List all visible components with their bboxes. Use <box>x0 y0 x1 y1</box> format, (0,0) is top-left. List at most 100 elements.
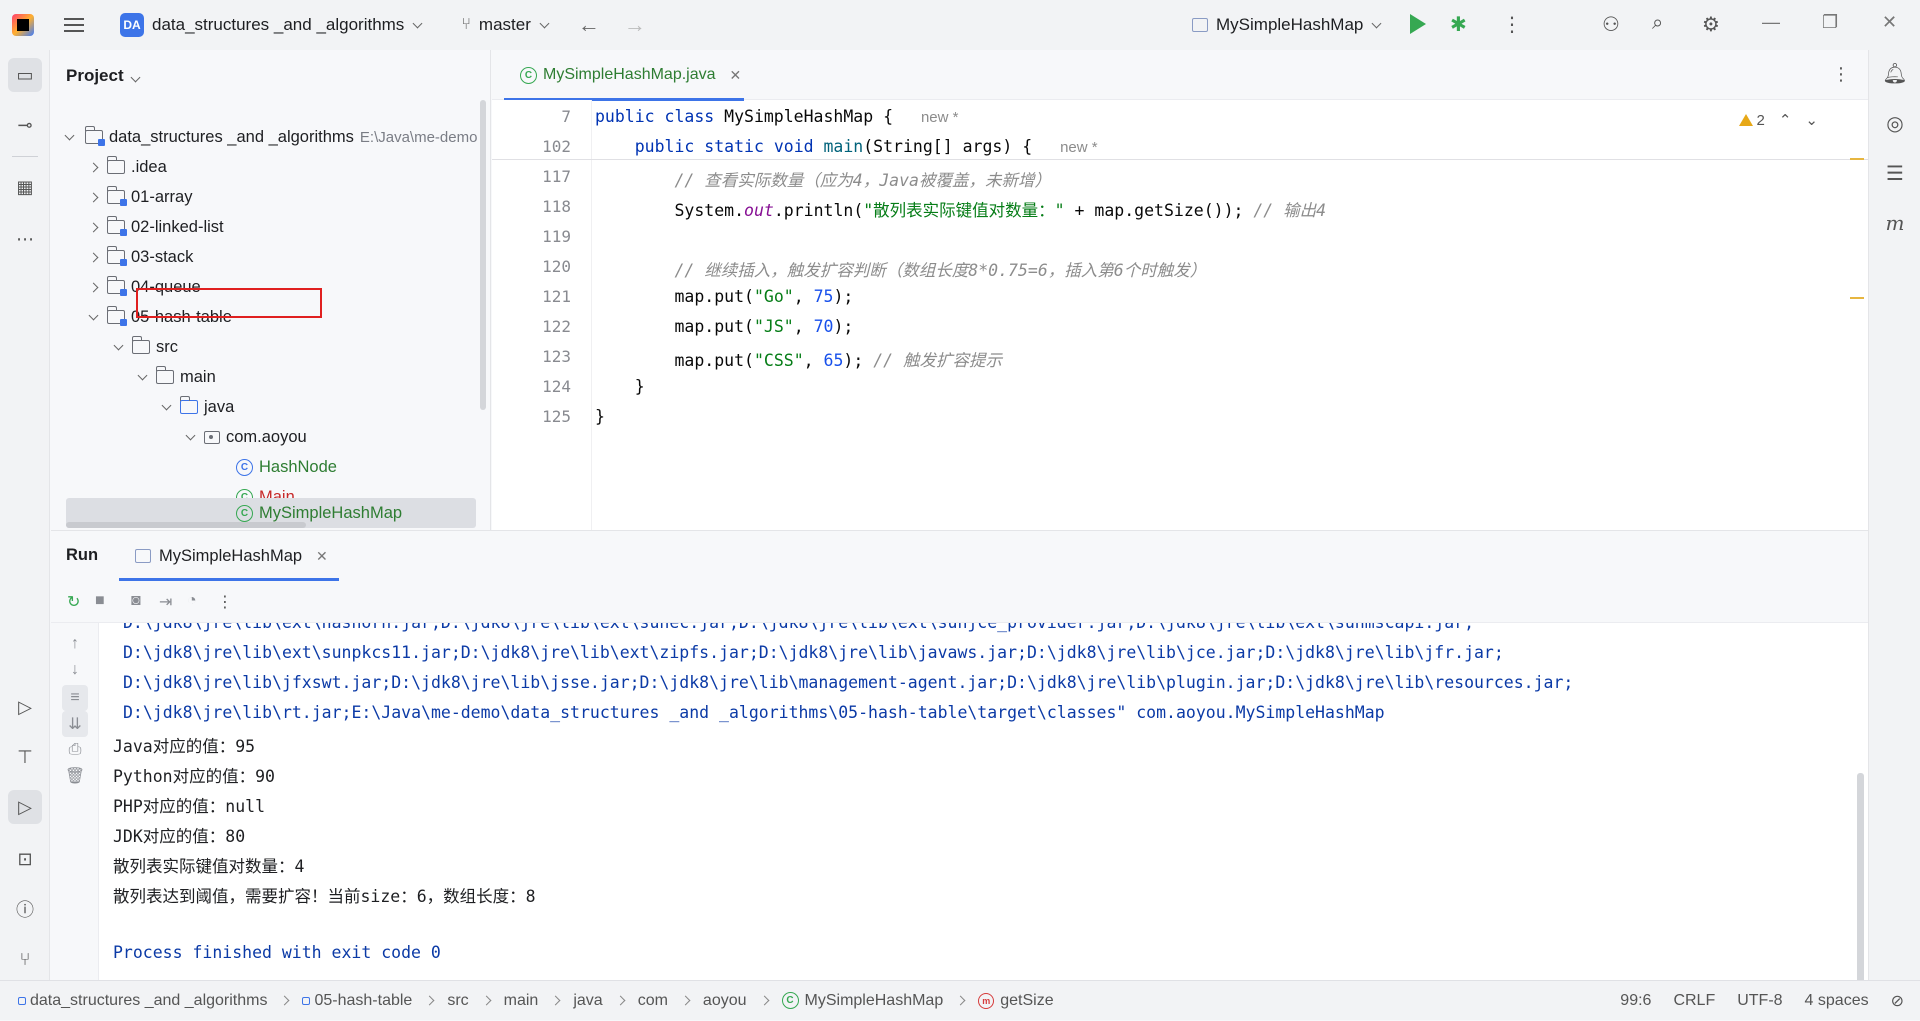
line-separator[interactable]: CRLF <box>1673 992 1715 1010</box>
editor-tab[interactable]: C MySimpleHashMap.java ✕ <box>504 50 744 101</box>
breadcrumb-item[interactable]: MySimpleHashMap <box>805 992 944 1010</box>
tree-item-com-aoyou[interactable]: com.aoyou <box>51 422 491 452</box>
scrollbar[interactable] <box>480 100 486 410</box>
notifications-bell-icon[interactable]: 🔔︎ <box>1878 56 1912 90</box>
restore-icon[interactable]: ❐ <box>1822 12 1838 33</box>
code-line-117[interactable]: // 查看实际数量（应为4，Java被覆盖，未新增） <box>595 167 1050 191</box>
code-line-7[interactable]: public class MySimpleHashMap { new * <box>595 107 958 126</box>
close-tab-icon[interactable]: ✕ <box>730 67 742 84</box>
run-icon[interactable] <box>1410 14 1426 34</box>
project-panel-title[interactable]: Project <box>66 66 141 86</box>
camera-icon[interactable]: ◙ <box>131 592 141 610</box>
breadcrumb-item[interactable]: com <box>638 992 668 1010</box>
run-tool-icon[interactable]: ▷ <box>8 790 42 824</box>
more-vertical-icon[interactable]: ⋮ <box>1502 12 1522 37</box>
code-line-124[interactable]: } <box>595 377 645 396</box>
caret-position[interactable]: 99:6 <box>1620 992 1651 1010</box>
expand-arrow-icon[interactable] <box>137 370 148 380</box>
code-line-102[interactable]: public static void main(String[] args) {… <box>595 137 1098 156</box>
breadcrumb-item[interactable]: aoyou <box>703 992 747 1010</box>
warnings-indicator[interactable]: 2 ⌃ ⌄ <box>1738 111 1818 129</box>
soft-wrap-icon[interactable]: ≡ <box>62 685 88 711</box>
breadcrumb-item[interactable]: main <box>504 992 539 1010</box>
debug-icon[interactable]: ✱ <box>1450 12 1467 37</box>
file-encoding[interactable]: UTF-8 <box>1737 992 1782 1010</box>
expand-arrow-icon[interactable] <box>161 400 172 410</box>
code-line-125[interactable]: } <box>595 407 605 426</box>
code-line-122[interactable]: map.put("JS", 70); <box>595 317 853 336</box>
chevron-up-icon[interactable]: ⌃ <box>1779 111 1792 129</box>
tree-item-root[interactable]: data_structures _and _algorithms E:\Java… <box>51 122 491 152</box>
lock-icon[interactable]: ⊘ <box>1891 991 1904 1011</box>
forward-arrow-icon[interactable]: → <box>624 12 646 38</box>
expand-arrow-icon[interactable] <box>88 162 99 172</box>
expand-arrow-icon[interactable] <box>113 340 124 350</box>
back-arrow-icon[interactable]: ← <box>578 12 600 38</box>
code-line-118[interactable]: System.out.println("散列表实际键值对数量：" + map.g… <box>595 197 1326 221</box>
search-icon[interactable]: ⌕ <box>1652 12 1663 35</box>
warning-marker[interactable] <box>1850 297 1864 299</box>
code-line-120[interactable]: // 继续插入，触发扩容判断（数组长度8*0.75=6，插入第6个时触发） <box>595 257 1206 281</box>
stop-icon[interactable]: ■ <box>95 592 105 610</box>
breadcrumb-item[interactable]: data_structures _and _algorithms <box>30 992 267 1010</box>
code-line-121[interactable]: map.put("Go", 75); <box>595 287 853 306</box>
project-folder-icon[interactable]: ▭ <box>8 58 42 92</box>
add-user-icon[interactable]: ⚇ <box>1602 12 1620 37</box>
terminal-icon[interactable]: ⊡ <box>8 842 42 876</box>
expand-arrow-icon[interactable] <box>88 192 99 202</box>
minimize-icon[interactable]: — <box>1762 12 1780 33</box>
more-vertical-icon[interactable]: ⋮ <box>1832 64 1850 85</box>
expand-arrow-icon[interactable] <box>185 430 196 440</box>
tree-item-02-linked-list[interactable]: 02-linked-list <box>51 212 491 242</box>
more-horizontal-icon[interactable]: ⋯ <box>8 222 42 256</box>
chevron-down-icon[interactable]: ⌄ <box>1805 111 1818 129</box>
run-config-selector[interactable]: MySimpleHashMap <box>1192 0 1382 50</box>
structure-icon[interactable]: ▦ <box>8 170 42 204</box>
tree-item-java[interactable]: java <box>51 392 491 422</box>
run-tab[interactable]: MySimpleHashMap ✕ <box>119 531 339 581</box>
code-line-123[interactable]: map.put("CSS", 65); // 触发扩容提示 <box>595 347 1002 371</box>
problems-icon[interactable]: ⓘ <box>8 892 42 926</box>
main-menu-icon[interactable] <box>64 18 84 32</box>
trash-icon[interactable]: 🗑︎ <box>62 763 88 789</box>
commit-icon[interactable]: ⊸ <box>8 108 42 142</box>
expand-arrow-icon[interactable] <box>88 282 99 292</box>
rerun-icon[interactable]: ↻ <box>67 592 80 612</box>
breadcrumb-item[interactable]: java <box>573 992 602 1010</box>
services-icon[interactable]: ▷ <box>8 690 42 724</box>
tree-item-main[interactable]: main <box>51 362 491 392</box>
expand-arrow-icon[interactable] <box>88 310 99 320</box>
tree-item-idea[interactable]: .idea <box>51 152 491 182</box>
console-output[interactable]: D:\jdk8\jre\lib\ext\nashorn.jar;D:\jdk8\… <box>99 623 1868 981</box>
expand-arrow-icon[interactable] <box>64 130 75 140</box>
indent-setting[interactable]: 4 spaces <box>1805 992 1869 1010</box>
breadcrumb-item[interactable]: getSize <box>1000 992 1053 1010</box>
breadcrumb-item[interactable]: 05-hash-table <box>314 992 412 1010</box>
tree-item-hashnode[interactable]: C HashNode <box>51 452 491 482</box>
more-vertical-icon[interactable]: ⋮ <box>217 592 233 612</box>
horizontal-scrollbar[interactable] <box>66 522 306 528</box>
expand-arrow-icon[interactable] <box>88 252 99 262</box>
scroll-up-icon[interactable]: ↑ <box>62 631 88 657</box>
breadcrumb-item[interactable]: src <box>447 992 468 1010</box>
close-tab-icon[interactable]: ✕ <box>316 548 328 565</box>
expand-arrow-icon[interactable] <box>88 222 99 232</box>
branch-selector[interactable]: ⑂ master <box>421 0 550 50</box>
tree-item-src[interactable]: src <box>51 332 491 362</box>
scroll-to-end-icon[interactable]: ⇊ <box>62 711 88 737</box>
tree-item-03-stack[interactable]: 03-stack <box>51 242 491 272</box>
scroll-down-icon[interactable]: ↓ <box>62 657 88 683</box>
export-icon[interactable]: ⇥ <box>159 592 172 612</box>
project-selector[interactable]: DA data_structures _and _algorithms <box>84 0 423 50</box>
scrollbar[interactable] <box>1857 773 1864 981</box>
tree-item-01-array[interactable]: 01-array <box>51 182 491 212</box>
profiler-icon[interactable]: ◔ <box>187 592 197 610</box>
ai-assistant-icon[interactable]: ◎ <box>1878 106 1912 140</box>
git-icon[interactable]: ⑂ <box>8 942 42 976</box>
build-hammer-icon[interactable]: ⊤ <box>8 740 42 774</box>
warning-marker[interactable] <box>1850 158 1864 160</box>
print-icon[interactable]: ⎙ <box>62 737 88 763</box>
maven-icon[interactable]: m <box>1878 206 1912 240</box>
close-icon[interactable]: ✕ <box>1882 12 1897 33</box>
database-icon[interactable]: ☰ <box>1878 156 1912 190</box>
